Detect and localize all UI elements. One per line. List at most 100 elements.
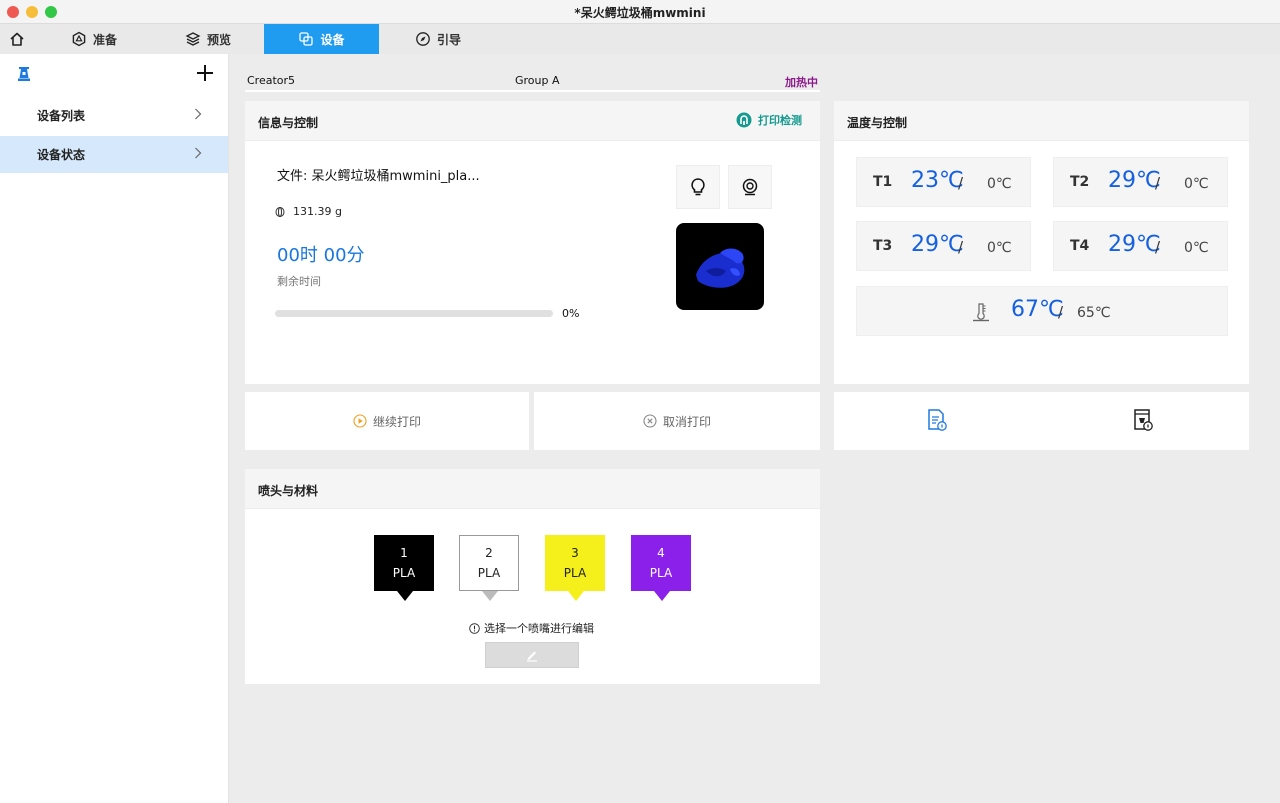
material-slot-type: PLA — [563, 566, 587, 580]
device-status-text: 加热中 — [785, 76, 818, 89]
nozzle-temp-t4[interactable]: T4 29℃ / 0℃ — [1053, 221, 1228, 271]
layers-icon — [185, 32, 201, 46]
sidebar-item-device-list[interactable]: 设备列表 — [0, 97, 228, 134]
tab-guide-label: 引导 — [436, 32, 461, 47]
edit-hint-text: 选择一个喷嘴进行编辑 — [484, 622, 594, 635]
device-name: Creator5 — [247, 74, 296, 87]
tab-prepare[interactable]: 准备 — [54, 24, 134, 54]
nozzle-name: T3 — [873, 238, 893, 254]
temp-separator: / — [1058, 303, 1064, 321]
device-icon — [299, 32, 314, 46]
window-title: *呆火鳄垃圾桶mwmini — [574, 6, 706, 20]
filament-weight-value: 131.39 g — [293, 205, 342, 218]
material-slot-pointer — [397, 591, 413, 601]
info-circle-icon — [469, 622, 480, 634]
printer-logo-icon — [18, 67, 30, 81]
edit-hint: 选择一个喷嘴进行编辑 — [469, 620, 594, 636]
material-slot-4[interactable]: 4 PLA — [631, 535, 691, 601]
nozzle-target-temp: 0℃ — [987, 240, 1012, 256]
chevron-right-icon — [195, 108, 202, 120]
bed-temp[interactable]: 67℃ / 65℃ — [856, 286, 1228, 336]
material-slot-type: PLA — [392, 566, 416, 580]
compass-icon — [416, 32, 430, 46]
bed-current-temp: 67℃ — [1011, 297, 1064, 322]
temp-action-bar — [834, 392, 1249, 450]
device-header: Creator5 Group A 加热中 — [245, 70, 820, 92]
nozzle-material-panel: 喷头与材料 1 PLA 2 PLA 3 PLA 4 PLA 选择一个喷嘴进行编辑 — [245, 469, 820, 684]
nozzle-target-temp: 0℃ — [987, 176, 1012, 192]
cancel-print-label: 取消打印 — [662, 414, 711, 429]
nozzle-current-temp: 23℃ — [911, 168, 964, 193]
nozzle-panel-header: 喷头与材料 — [245, 469, 820, 509]
resume-print-button[interactable]: 继续打印 — [245, 392, 529, 450]
temp-separator: / — [958, 174, 964, 192]
sidebar-item-label: 设备列表 — [37, 109, 86, 123]
model-thumbnail — [676, 223, 764, 310]
print-check-button[interactable]: 打印检测 — [736, 112, 802, 128]
nozzle-target-temp: 0℃ — [1184, 176, 1209, 192]
info-control-panel: 信息与控制 打印检测 文件: 呆火鳄垃圾桶mwmini_pla... 131.3… — [245, 101, 820, 384]
material-slot-number: 4 — [657, 546, 665, 560]
tab-device[interactable]: 设备 — [264, 24, 379, 54]
print-check-icon — [736, 112, 752, 128]
cancel-print-button[interactable]: 取消打印 — [534, 392, 820, 450]
add-device-icon[interactable] — [196, 64, 214, 82]
tab-home[interactable] — [0, 24, 34, 54]
filament-weight: 131.39 g — [275, 205, 342, 218]
nozzle-name: T4 — [1070, 238, 1090, 254]
edit-nozzle-button[interactable] — [485, 642, 579, 668]
nozzle-current-temp: 29℃ — [911, 232, 964, 257]
play-circle-icon — [353, 414, 367, 428]
camera-icon — [742, 178, 758, 196]
material-slot-pointer — [568, 591, 584, 601]
nozzle-target-temp: 0℃ — [1184, 240, 1209, 256]
tab-prepare-label: 准备 — [92, 32, 117, 47]
pencil-icon — [527, 651, 537, 662]
material-slot-2[interactable]: 2 PLA — [459, 535, 519, 601]
main-tab-bar: 准备 预览 设备 引导 — [0, 24, 1280, 54]
temp-separator: / — [1155, 174, 1161, 192]
tab-preview-label: 预览 — [206, 32, 231, 47]
nozzle-name: T2 — [1070, 174, 1090, 190]
sidebar-item-device-status[interactable]: 设备状态 — [0, 136, 228, 173]
model-preview-image — [696, 248, 745, 288]
file-name: 文件: 呆火鳄垃圾桶mwmini_pla... — [277, 169, 480, 184]
tab-preview[interactable]: 预览 — [168, 24, 248, 54]
device-group: Group A — [515, 74, 560, 87]
info-panel-header: 信息与控制 打印检测 — [245, 101, 820, 141]
nozzle-current-temp: 29℃ — [1108, 232, 1161, 257]
nozzle-current-temp: 29℃ — [1108, 168, 1161, 193]
cancel-circle-icon — [643, 414, 657, 428]
lightbulb-icon — [691, 178, 705, 196]
resume-print-label: 继续打印 — [372, 414, 421, 429]
temp-panel-header: 温度与控制 — [834, 101, 1249, 141]
print-check-label: 打印检测 — [758, 114, 802, 127]
window-titlebar: *呆火鳄垃圾桶mwmini — [0, 0, 1280, 24]
nozzle-temp-t1[interactable]: T1 23℃ / 0℃ — [856, 157, 1031, 207]
nozzle-temp-t2[interactable]: T2 29℃ / 0℃ — [1053, 157, 1228, 207]
material-slot-pointer — [654, 591, 670, 601]
material-slot-3[interactable]: 3 PLA — [545, 535, 605, 601]
print-info-icon[interactable] — [926, 408, 948, 432]
thermometer-bed-icon — [973, 303, 989, 322]
nozzle-temp-t3[interactable]: T3 29℃ / 0℃ — [856, 221, 1031, 271]
remaining-time: 00时 00分 — [277, 245, 365, 266]
material-slot-number: 1 — [400, 546, 408, 560]
printer-info-icon[interactable] — [1132, 408, 1154, 432]
temp-separator: / — [958, 238, 964, 256]
print-progress-bar — [275, 310, 553, 317]
chevron-right-icon — [195, 147, 202, 159]
remaining-time-label: 剩余时间 — [277, 275, 321, 288]
bed-target-temp: 65℃ — [1077, 305, 1111, 321]
material-slot-1[interactable]: 1 PLA — [374, 535, 434, 601]
sidebar-item-label: 设备状态 — [37, 148, 86, 162]
nozzle-name: T1 — [873, 174, 893, 190]
home-icon — [10, 32, 24, 46]
material-slot-type: PLA — [649, 566, 673, 580]
tab-guide[interactable]: 引导 — [398, 24, 478, 54]
material-slot-pointer — [482, 591, 498, 601]
info-panel-title: 信息与控制 — [258, 116, 319, 130]
hexagon-icon — [72, 31, 86, 47]
camera-button[interactable] — [728, 165, 772, 209]
light-toggle-button[interactable] — [676, 165, 720, 209]
